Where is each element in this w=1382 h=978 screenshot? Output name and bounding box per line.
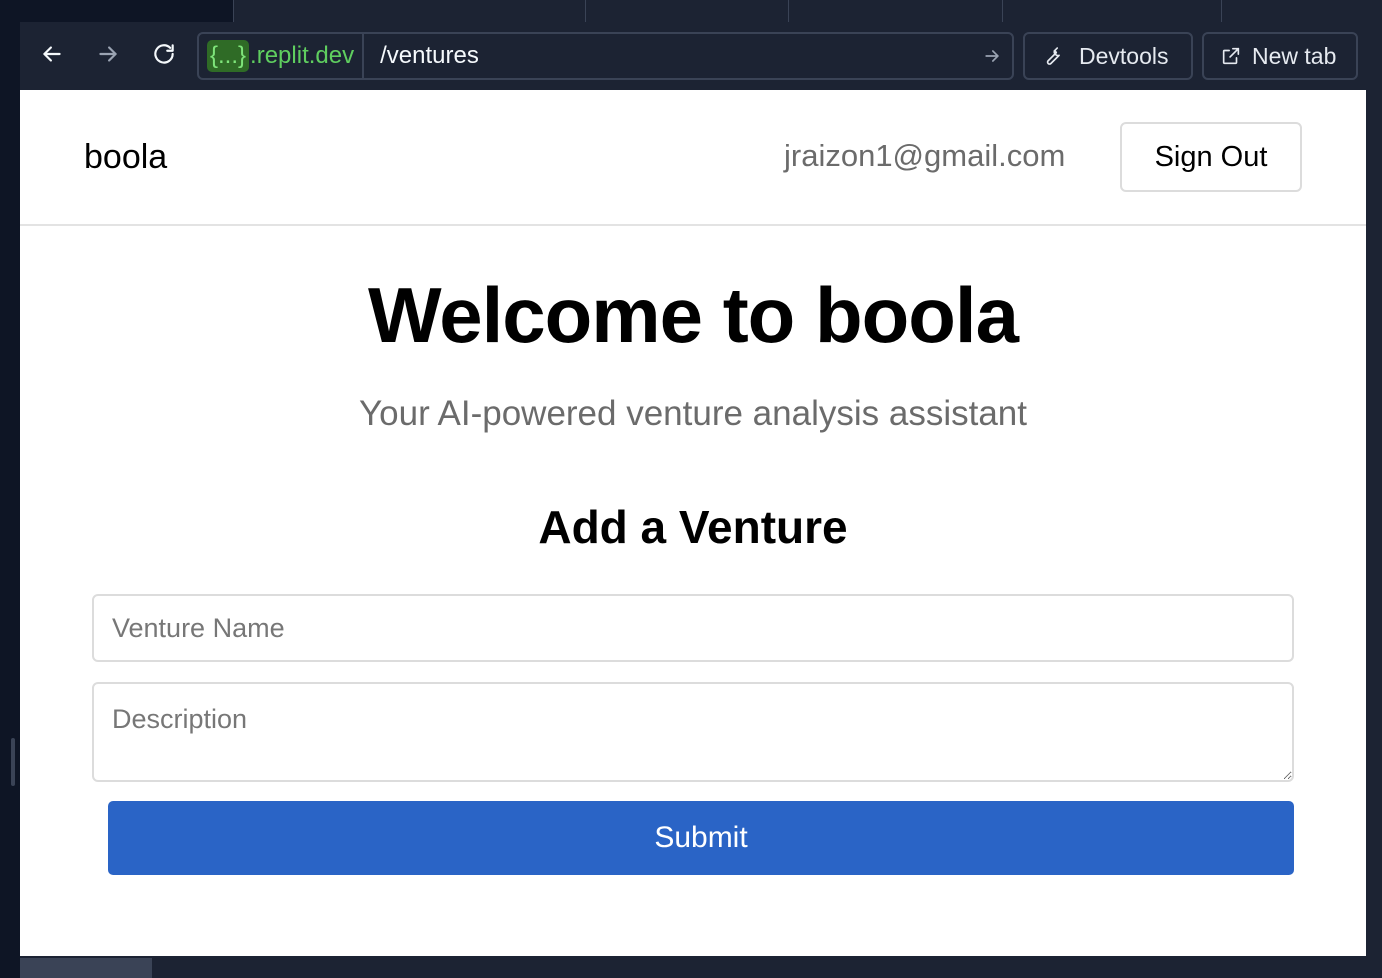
new-tab-button[interactable]: New tab <box>1202 32 1358 80</box>
url-host-domain: .replit.dev <box>250 42 355 69</box>
devtools-button[interactable]: Devtools <box>1023 32 1193 80</box>
tab[interactable] <box>234 0 586 22</box>
refresh-button[interactable] <box>146 36 182 72</box>
tab-active[interactable] <box>20 0 234 22</box>
back-button[interactable] <box>34 36 70 72</box>
wrench-icon <box>1046 47 1060 65</box>
sign-out-button[interactable]: Sign Out <box>1120 122 1302 192</box>
go-arrow-icon <box>985 50 999 62</box>
submit-button[interactable]: Submit <box>108 801 1294 875</box>
refresh-icon <box>154 44 174 64</box>
bottom-tab[interactable] <box>20 958 152 978</box>
url-host-brace: {...} <box>207 40 250 72</box>
arrow-right-icon <box>99 46 117 62</box>
url-host: {...} .replit.dev <box>199 34 365 78</box>
venture-name-input[interactable] <box>92 594 1294 662</box>
page-subtitle: Your AI-powered venture analysis assista… <box>359 394 1027 433</box>
page-title: Welcome to boola <box>368 271 1019 359</box>
resize-handle[interactable] <box>11 738 15 786</box>
url-bar[interactable]: {...} .replit.dev /ventures <box>197 32 1014 80</box>
external-link-icon <box>1222 47 1240 65</box>
site-header: boola jraizon1@gmail.com Sign Out <box>20 90 1366 226</box>
browser-nav-bar: {...} .replit.dev /ventures Devtools New… <box>20 22 1366 90</box>
tab[interactable] <box>1003 0 1222 22</box>
description-textarea[interactable] <box>92 682 1294 782</box>
tab[interactable] <box>586 0 789 22</box>
form-title: Add a Venture <box>538 501 848 553</box>
brand-logo[interactable]: boola <box>84 138 167 177</box>
forward-button[interactable] <box>90 36 126 72</box>
url-path[interactable]: /ventures <box>364 42 972 70</box>
tab[interactable] <box>789 0 1003 22</box>
new-tab-label: New tab <box>1252 42 1337 69</box>
arrow-left-icon <box>43 46 61 62</box>
user-email: jraizon1@gmail.com <box>784 138 1066 173</box>
web-page: boola jraizon1@gmail.com Sign Out Welcom… <box>20 90 1366 956</box>
bottom-bar <box>20 956 1366 978</box>
devtools-label: Devtools <box>1079 42 1169 69</box>
left-panel-edge <box>0 0 20 978</box>
tab-strip <box>20 0 1366 22</box>
go-button[interactable] <box>972 34 1012 78</box>
right-panel-edge <box>1366 0 1382 978</box>
